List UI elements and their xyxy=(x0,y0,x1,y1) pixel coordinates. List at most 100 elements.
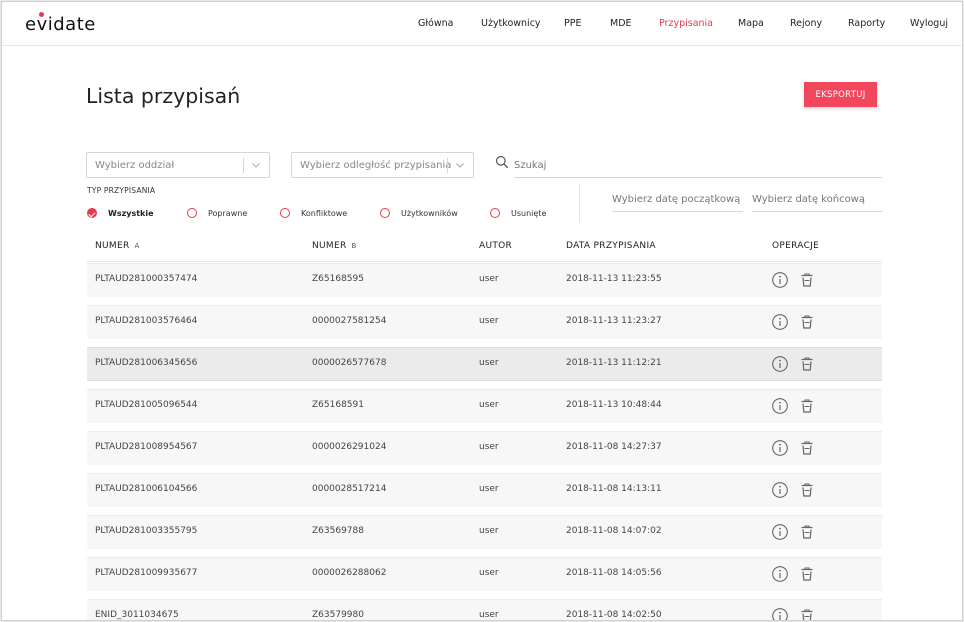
cell-autor: user xyxy=(479,568,499,578)
info-icon[interactable] xyxy=(771,397,789,415)
radio-wszystkie[interactable]: Wszystkie xyxy=(87,207,154,219)
nav-item-mde[interactable]: MDE xyxy=(610,18,632,29)
select-separator xyxy=(447,158,448,173)
nav-item-glowna[interactable]: Główna xyxy=(418,18,454,29)
radio-unchecked-icon xyxy=(187,208,197,218)
nav-item-raporty[interactable]: Raporty xyxy=(848,18,885,29)
cell-numer-a: PLTAUD281000357474 xyxy=(95,274,198,284)
table-row[interactable]: PLTAUD281005096544 Z65168591 user 2018-11-1… xyxy=(87,389,882,423)
radio-unchecked-icon xyxy=(380,208,390,218)
nav-item-mapa[interactable]: Mapa xyxy=(738,18,764,29)
cell-data: 2018-11-13 11:23:27 xyxy=(566,316,662,326)
radio-label: Usunięte xyxy=(511,208,547,218)
cell-autor: user xyxy=(479,358,499,368)
cell-numer-a: PLTAUD281005096544 xyxy=(95,400,198,410)
cell-autor: user xyxy=(479,484,499,494)
table-row[interactable]: PLTAUD281008954567 0000026291024 user 2018-… xyxy=(87,431,882,465)
column-header-autor[interactable]: AUTOR xyxy=(479,241,512,251)
trash-icon[interactable] xyxy=(798,397,816,415)
trash-icon[interactable] xyxy=(798,439,816,457)
trash-icon[interactable] xyxy=(798,355,816,373)
trash-icon[interactable] xyxy=(798,607,816,620)
radio-checked-icon xyxy=(87,208,97,218)
radio-label: Wszystkie xyxy=(108,208,154,218)
info-icon[interactable] xyxy=(771,355,789,373)
branch-select-placeholder: Wybierz oddział xyxy=(95,160,175,171)
cell-data: 2018-11-08 14:07:02 xyxy=(566,526,662,536)
cell-data: 2018-11-08 14:05:56 xyxy=(566,568,662,578)
cell-data: 2018-11-08 14:13:11 xyxy=(566,484,662,494)
trash-icon[interactable] xyxy=(798,565,816,583)
cell-numer-b: Z65168591 xyxy=(312,400,364,410)
cell-numer-a: PLTAUD281006104566 xyxy=(95,484,198,494)
radio-poprawne[interactable]: Poprawne xyxy=(187,207,247,219)
search-input[interactable] xyxy=(514,154,882,178)
radio-label: Użytkowników xyxy=(401,208,458,218)
trash-icon[interactable] xyxy=(798,481,816,499)
cell-numer-b: 0000027581254 xyxy=(312,316,387,326)
cell-data: 2018-11-13 11:23:55 xyxy=(566,274,662,284)
cell-numer-b: Z65168595 xyxy=(312,274,364,284)
table-row[interactable]: PLTAUD281003355795 Z63569788 user 2018-11-0… xyxy=(87,515,882,549)
date-to-input[interactable] xyxy=(752,188,882,212)
cell-autor: user xyxy=(479,400,499,410)
cell-autor: user xyxy=(479,610,499,620)
radio-label: Konfliktowe xyxy=(301,208,348,218)
table-row[interactable]: PLTAUD281006345656 0000026577678 user 2018-… xyxy=(87,347,882,381)
nav-item-ppe[interactable]: PPE xyxy=(564,18,581,29)
cell-numer-b: 0000026291024 xyxy=(312,442,387,452)
info-icon[interactable] xyxy=(771,565,789,583)
trash-icon[interactable] xyxy=(798,271,816,289)
info-icon[interactable] xyxy=(771,481,789,499)
cell-data: 2018-11-13 10:48:44 xyxy=(566,400,662,410)
distance-select[interactable]: Wybierz odległość przypisania xyxy=(291,152,474,178)
table-row[interactable]: PLTAUD281006104566 0000028517214 user 2018-… xyxy=(87,473,882,507)
chevron-down-icon xyxy=(456,163,464,168)
table-row[interactable]: PLTAUD281000357474 Z65168595 user 2018-11-1… xyxy=(87,263,882,297)
chevron-down-icon xyxy=(252,163,260,168)
info-icon[interactable] xyxy=(771,607,789,620)
export-button[interactable]: EKSPORTUJ xyxy=(804,82,877,107)
cell-numer-b: Z63569788 xyxy=(312,526,364,536)
top-bar: evidate Główna Użytkownicy PPE MDE Przyp… xyxy=(2,2,962,46)
nav-item-wyloguj[interactable]: Wyloguj xyxy=(910,18,948,29)
table-row[interactable]: PLTAUD281009935677 0000026288062 user 2018-… xyxy=(87,557,882,591)
radio-konfliktowe[interactable]: Konfliktowe xyxy=(280,207,347,219)
column-header-numer-a[interactable]: NUMER A xyxy=(95,241,140,251)
radio-uzytkownikow[interactable]: Użytkowników xyxy=(380,207,458,219)
distance-select-placeholder: Wybierz odległość przypisania xyxy=(300,160,452,171)
nav-item-uzytkownicy[interactable]: Użytkownicy xyxy=(481,18,541,29)
info-icon[interactable] xyxy=(771,523,789,541)
cell-autor: user xyxy=(479,316,499,326)
cell-numer-b: Z63579980 xyxy=(312,610,364,620)
cell-data: 2018-11-13 11:12:21 xyxy=(566,358,662,368)
info-icon[interactable] xyxy=(771,439,789,457)
trash-icon[interactable] xyxy=(798,313,816,331)
cell-numer-a: ENID_3011034675 xyxy=(95,610,179,620)
cell-autor: user xyxy=(479,274,499,284)
radio-unchecked-icon xyxy=(490,208,500,218)
column-header-numer-b[interactable]: NUMER B xyxy=(312,241,357,251)
column-header-operacje: OPERACJE xyxy=(772,241,820,251)
app-window: evidate Główna Użytkownicy PPE MDE Przyp… xyxy=(1,1,963,621)
cell-autor: user xyxy=(479,442,499,452)
info-icon[interactable] xyxy=(771,313,789,331)
cell-numer-a: PLTAUD281006345656 xyxy=(95,358,198,368)
date-from-input[interactable] xyxy=(612,188,743,212)
filter-divider xyxy=(579,184,580,222)
nav-item-przypisania[interactable]: Przypisania xyxy=(659,18,713,29)
branch-select[interactable]: Wybierz oddział xyxy=(86,152,270,178)
radio-usuniete[interactable]: Usunięte xyxy=(490,207,546,219)
nav-item-rejony[interactable]: Rejony xyxy=(790,18,822,29)
cell-numer-b: 0000026577678 xyxy=(312,358,387,368)
main-nav: Główna Użytkownicy PPE MDE Przypisania M… xyxy=(2,18,962,32)
info-icon[interactable] xyxy=(771,271,789,289)
cell-numer-a: PLTAUD281003576464 xyxy=(95,316,198,326)
table-row[interactable]: ENID_3011034675 Z63579980 user 2018-11-08 1… xyxy=(87,599,882,620)
page-title: Lista przypisań xyxy=(86,84,241,108)
table-row[interactable]: PLTAUD281003576464 0000027581254 user 2018-… xyxy=(87,305,882,339)
column-header-data[interactable]: DATA PRZYPISANIA xyxy=(566,241,656,251)
cell-numer-a: PLTAUD281003355795 xyxy=(95,526,198,536)
trash-icon[interactable] xyxy=(798,523,816,541)
select-separator xyxy=(243,158,244,173)
